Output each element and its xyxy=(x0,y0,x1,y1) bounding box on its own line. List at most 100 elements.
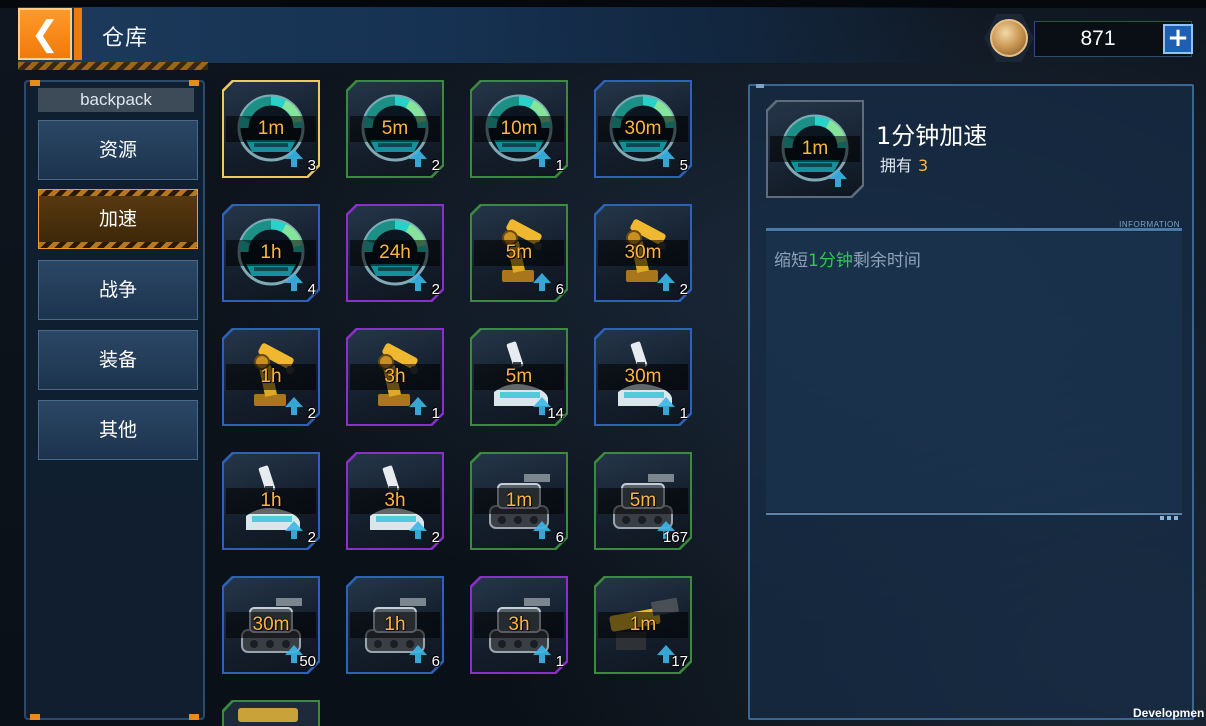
speedup-item[interactable]: 3h 1 xyxy=(346,328,444,426)
item-quantity: 5 xyxy=(679,157,688,174)
speed-arrow-icon xyxy=(284,272,304,292)
speedup-item[interactable]: 5m 14 xyxy=(470,328,568,426)
speedup-item[interactable]: 1h 4 xyxy=(222,204,320,302)
speed-arrow-icon xyxy=(284,148,304,168)
item-grid: 1m 3 5m 2 10m 1 30m 5 1h 4 24h 2 5m 6 30m 2 1h 2 3h 1 5m 14 30… xyxy=(220,78,720,726)
speed-arrow-icon xyxy=(532,520,552,540)
item-duration: 1h xyxy=(260,242,282,263)
speed-arrow-icon xyxy=(532,272,552,292)
speedup-item[interactable]: 30m 1 xyxy=(594,328,692,426)
item-duration: 10m xyxy=(500,118,538,139)
item-description: 缩短1分钟剩余时间 xyxy=(774,246,921,271)
item-quantity: 1 xyxy=(431,405,440,422)
detail-panel: 1m 1分钟加速 拥有 3 INFORMATION 缩短1分钟剩余时间 xyxy=(748,84,1194,720)
item-duration: 5m xyxy=(629,490,657,511)
speed-arrow-icon xyxy=(408,148,428,168)
item-quantity: 17 xyxy=(671,653,688,670)
speed-arrow-icon xyxy=(656,148,676,168)
back-button[interactable]: ❮ xyxy=(18,8,72,60)
currency-value: 871 xyxy=(1080,27,1116,50)
speedup-item[interactable]: 1h 6 xyxy=(346,576,444,674)
detail-item-name: 1分钟加速 xyxy=(876,122,988,150)
item-duration: 3h xyxy=(384,490,406,511)
item-quantity: 167 xyxy=(662,529,688,546)
item-quantity: 6 xyxy=(431,653,440,670)
item-quantity: 2 xyxy=(431,157,440,174)
item-quantity: 4 xyxy=(307,281,316,298)
partial-item xyxy=(222,700,320,726)
add-currency-button[interactable]: + xyxy=(1163,24,1193,54)
page-title: 仓库 xyxy=(102,26,149,51)
owned-label: 拥有 xyxy=(880,156,913,175)
item-duration: 5m xyxy=(505,366,533,387)
speedup-item[interactable]: 5m 6 xyxy=(470,204,568,302)
info-bottom-rule xyxy=(766,513,1182,515)
speedup-item[interactable]: 1m 17 xyxy=(594,576,692,674)
speedup-item[interactable]: 5m 167 xyxy=(594,452,692,550)
item-duration: 1h xyxy=(384,614,406,635)
speedup-item[interactable]: 30m 2 xyxy=(594,204,692,302)
speed-arrow-icon xyxy=(284,520,304,540)
corner-accent xyxy=(30,80,40,86)
sidebar-item-equipment[interactable]: 装备 xyxy=(38,330,198,390)
speed-arrow-icon xyxy=(408,272,428,292)
desc-highlight: 1分钟 xyxy=(808,251,853,271)
coin-icon xyxy=(984,14,1034,62)
speedup-item[interactable]: 1h 2 xyxy=(222,452,320,550)
item-quantity: 6 xyxy=(555,529,564,546)
speedup-item[interactable]: 30m 50 xyxy=(222,576,320,674)
sidebar-item-speedup[interactable]: 加速 xyxy=(38,189,198,249)
item-duration: 5m xyxy=(505,242,533,263)
speedup-item[interactable]: 5m 2 xyxy=(346,80,444,178)
speed-arrow-icon xyxy=(408,520,428,540)
item-duration: 1h xyxy=(260,490,282,511)
item-duration: 24h xyxy=(379,242,411,263)
desc-suffix: 剩余时间 xyxy=(852,251,921,271)
item-duration: 3h xyxy=(384,366,406,387)
item-duration: 30m xyxy=(252,614,290,635)
speedup-item[interactable]: 1h 2 xyxy=(222,328,320,426)
corner-accent xyxy=(756,84,764,88)
detail-item-icon: 1m xyxy=(766,100,864,198)
speedup-item[interactable]: 3h 2 xyxy=(346,452,444,550)
item-quantity: 1 xyxy=(555,653,564,670)
speed-arrow-icon xyxy=(656,272,676,292)
speedup-item[interactable]: 1m 3 xyxy=(222,80,320,178)
speedup-item[interactable]: 10m 1 xyxy=(470,80,568,178)
speed-arrow-icon xyxy=(532,644,552,664)
back-accent xyxy=(74,8,82,60)
item-quantity: 2 xyxy=(307,405,316,422)
currency-display: 871 + xyxy=(984,14,1198,62)
header-stripe xyxy=(18,62,208,70)
speedup-item[interactable]: 24h 2 xyxy=(346,204,444,302)
item-duration: 1m xyxy=(505,490,533,511)
speed-arrow-icon xyxy=(532,148,552,168)
speedup-item[interactable]: 1m 6 xyxy=(470,452,568,550)
item-quantity: 3 xyxy=(307,157,316,174)
sidebar-item-resources[interactable]: 资源 xyxy=(38,120,198,180)
item-quantity: 2 xyxy=(431,529,440,546)
info-tag: INFORMATION xyxy=(1119,220,1180,229)
item-quantity: 2 xyxy=(679,281,688,298)
detail-icon-label: 1m xyxy=(801,138,829,159)
item-quantity: 6 xyxy=(555,281,564,298)
sidebar-item-other[interactable]: 其他 xyxy=(38,400,198,460)
item-quantity: 14 xyxy=(547,405,564,422)
chevron-left-icon: ❮ xyxy=(30,14,60,54)
speed-arrow-icon xyxy=(656,396,676,416)
corner-accent xyxy=(189,80,199,86)
speed-arrow-icon xyxy=(828,168,848,188)
speedup-item[interactable]: 3h 1 xyxy=(470,576,568,674)
item-quantity: 1 xyxy=(555,157,564,174)
info-box xyxy=(766,232,1182,512)
corner-accent xyxy=(30,714,40,720)
detail-owned: 拥有 3 xyxy=(880,152,928,176)
corner-accent xyxy=(189,714,199,720)
item-duration: 30m xyxy=(624,118,662,139)
speedup-item[interactable]: 30m 5 xyxy=(594,80,692,178)
speed-arrow-icon xyxy=(284,396,304,416)
sidebar-item-war[interactable]: 战争 xyxy=(38,260,198,320)
category-sidebar: backpack 资源 加速 战争 装备 其他 xyxy=(24,80,205,720)
item-duration: 30m xyxy=(624,366,662,387)
speed-arrow-icon xyxy=(408,396,428,416)
